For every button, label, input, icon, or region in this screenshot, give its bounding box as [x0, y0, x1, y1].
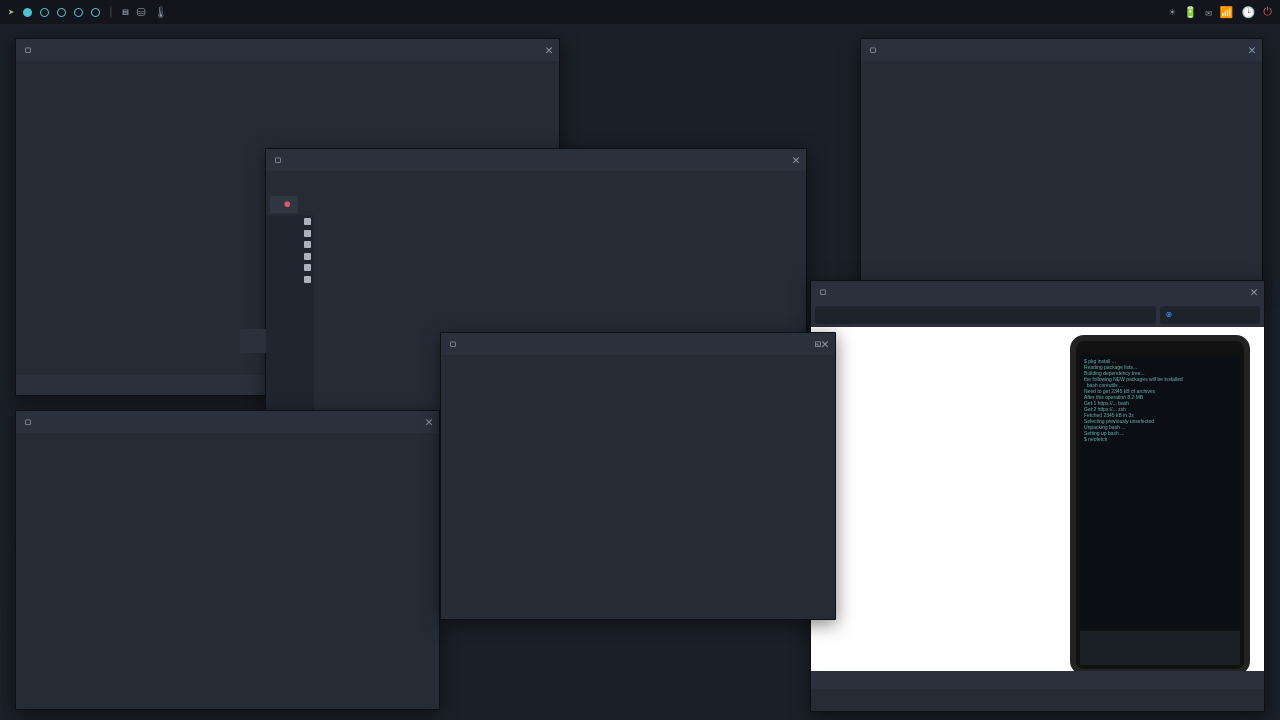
workspace-1[interactable]	[23, 8, 32, 17]
htop-menubar[interactable]	[441, 355, 835, 377]
geany-side-tab[interactable]	[240, 329, 266, 353]
close-icon[interactable]: ✕	[545, 43, 553, 58]
top-panel: ➤ | ▤ ⛁ 🌡 ☀ 🔋 ✉ 📶 🕒 ⏻	[0, 0, 1280, 24]
netsurf-window[interactable]: ▢ ✕ ◉ . $ pkg install ... Re	[810, 280, 1265, 712]
term1-menubar[interactable]	[16, 433, 439, 455]
battery-indicator: 🔋	[1184, 6, 1198, 19]
fm-menubar[interactable]	[16, 61, 559, 83]
devices-header	[20, 95, 117, 101]
ns-statusbar	[811, 671, 1264, 689]
terminal-htop-window[interactable]: ▢ ◱ ✕	[440, 332, 836, 620]
terminal-output[interactable]	[16, 455, 439, 463]
close-icon[interactable]: ✕	[821, 337, 829, 352]
google-icon: ◉	[1166, 310, 1172, 321]
htop-output[interactable]	[441, 377, 835, 385]
workspace-5[interactable]	[91, 8, 100, 17]
launcher-icon[interactable]: ➤	[8, 6, 15, 19]
terminal-neofetch-window[interactable]: ▢ ✕	[15, 410, 440, 710]
geany-titlebar[interactable]: ▢ ✕	[266, 149, 806, 171]
phone-screen: $ pkg install ... Reading package lists.…	[1080, 355, 1240, 629]
power-icon[interactable]: ⏻	[1263, 5, 1272, 19]
terminal-msfconsole-window[interactable]: ▢ ✕	[860, 38, 1263, 288]
workspace-4[interactable]	[74, 8, 83, 17]
minimize-icon[interactable]: ▢	[22, 416, 34, 429]
unsaved-dot-icon: ●	[284, 198, 290, 211]
minimize-icon[interactable]: ▢	[867, 44, 879, 57]
close-icon[interactable]: ✕	[1248, 43, 1256, 58]
term1-titlebar[interactable]: ▢ ✕	[16, 411, 439, 433]
mail-indicator: ✉	[1205, 6, 1212, 19]
workspace-2[interactable]	[40, 8, 49, 17]
phone-mockup: $ pkg install ... Reading package lists.…	[1070, 335, 1250, 671]
close-icon[interactable]: ✕	[792, 153, 800, 168]
ns-titlebar[interactable]: ▢ ✕	[811, 281, 1264, 303]
minimize-icon[interactable]: ▢	[22, 44, 34, 57]
minimize-icon[interactable]: ▢	[447, 338, 459, 351]
phone-keyboard	[1080, 631, 1240, 665]
net-indicator: 📶	[1220, 6, 1234, 19]
ram-indicator: ▤	[122, 6, 128, 19]
htop-titlebar[interactable]: ▢ ◱ ✕	[441, 333, 835, 355]
fold-column[interactable]	[300, 215, 314, 412]
close-icon[interactable]: ✕	[425, 415, 433, 430]
search-box[interactable]: ◉	[1160, 306, 1260, 324]
close-icon[interactable]: ✕	[1250, 285, 1258, 300]
brightness-indicator: ☀	[1169, 6, 1176, 19]
editor-tab[interactable]: ●	[270, 196, 298, 213]
msf-output[interactable]	[861, 83, 1262, 91]
temp-indicator: 🌡	[154, 6, 168, 19]
line-gutter	[266, 215, 300, 412]
msf-titlebar[interactable]: ▢ ✕	[861, 39, 1262, 61]
workspace-3[interactable]	[57, 8, 66, 17]
ns-toolbar: ◉	[811, 303, 1264, 327]
minimize-icon[interactable]: ▢	[272, 154, 284, 167]
disk-indicator: ⛁	[137, 6, 146, 19]
address-bar[interactable]	[815, 306, 1156, 324]
msf-menubar[interactable]	[861, 61, 1262, 83]
fm-titlebar[interactable]: ▢ ✕	[16, 39, 559, 61]
clock: 🕒	[1242, 6, 1256, 19]
minimize-icon[interactable]: ▢	[817, 286, 829, 299]
geany-menubar[interactable]	[266, 171, 806, 193]
browser-viewport[interactable]: . $ pkg install ... Reading package list…	[811, 327, 1264, 671]
fm-sidebar	[16, 83, 121, 395]
